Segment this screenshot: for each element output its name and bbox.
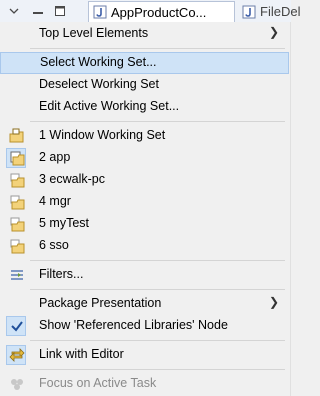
menu-separator [30, 121, 285, 122]
menu-item-working-set-mytest[interactable]: 5 myTest [0, 213, 289, 235]
working-set-icon [10, 151, 25, 166]
menu-item-package-presentation[interactable]: Package Presentation ❯ [0, 293, 289, 315]
menu-separator [30, 289, 285, 290]
menu-item-show-referenced-libraries[interactable]: Show 'Referenced Libraries' Node [0, 315, 289, 337]
maximize-icon[interactable] [52, 3, 68, 19]
view-toolbar: AppProductCo... FileDel [0, 0, 300, 23]
minimize-icon[interactable] [30, 3, 46, 19]
menu-item-working-set-ecwalk-pc[interactable]: 3 ecwalk-pc [0, 169, 289, 191]
submenu-arrow-icon: ❯ [268, 295, 279, 309]
working-set-icon [10, 217, 25, 232]
tab-label: AppProductCo... [111, 4, 207, 20]
menu-item-working-set-app[interactable]: 2 app [0, 147, 289, 169]
working-set-icon [10, 195, 25, 210]
java-file-icon [93, 5, 107, 19]
menu-item-select-working-set[interactable]: Select Working Set... [0, 52, 289, 74]
window-working-set-icon [9, 128, 24, 143]
menu-item-focus-on-active-task[interactable]: Focus on Active Task [0, 373, 289, 395]
menu-item-edit-active-working-set[interactable]: Edit Active Working Set... [0, 96, 289, 118]
menu-separator [30, 48, 285, 49]
link-editor-icon [9, 348, 25, 362]
submenu-arrow-icon: ❯ [268, 25, 279, 39]
menu-separator [30, 369, 285, 370]
menu-item-working-set-mgr[interactable]: 4 mgr [0, 191, 289, 213]
menu-item-window-working-set[interactable]: 1 Window Working Set [0, 125, 289, 147]
tab-file-delete[interactable]: FileDel [236, 1, 302, 22]
menu-separator [30, 340, 285, 341]
menu-item-link-with-editor[interactable]: Link with Editor [0, 344, 289, 366]
focus-task-icon [11, 379, 23, 390]
tab-label: FileDel [260, 4, 301, 19]
view-menu-dropdown: Top Level Elements ❯ Select Working Set.… [0, 22, 291, 396]
tab-app-product-controller[interactable]: AppProductCo... [88, 1, 235, 22]
filter-icon [11, 270, 23, 280]
checkmark-icon [11, 321, 23, 332]
java-file-icon [242, 5, 256, 18]
view-menu-chevron-icon[interactable] [6, 3, 22, 19]
working-set-icon [10, 173, 25, 188]
working-set-icon [10, 239, 25, 254]
menu-separator [30, 260, 285, 261]
menu-item-top-level-elements[interactable]: Top Level Elements ❯ [0, 23, 289, 45]
menu-item-deselect-working-set[interactable]: Deselect Working Set [0, 74, 289, 96]
menu-item-filters[interactable]: Filters... [0, 264, 289, 286]
menu-item-working-set-sso[interactable]: 6 sso [0, 235, 289, 257]
